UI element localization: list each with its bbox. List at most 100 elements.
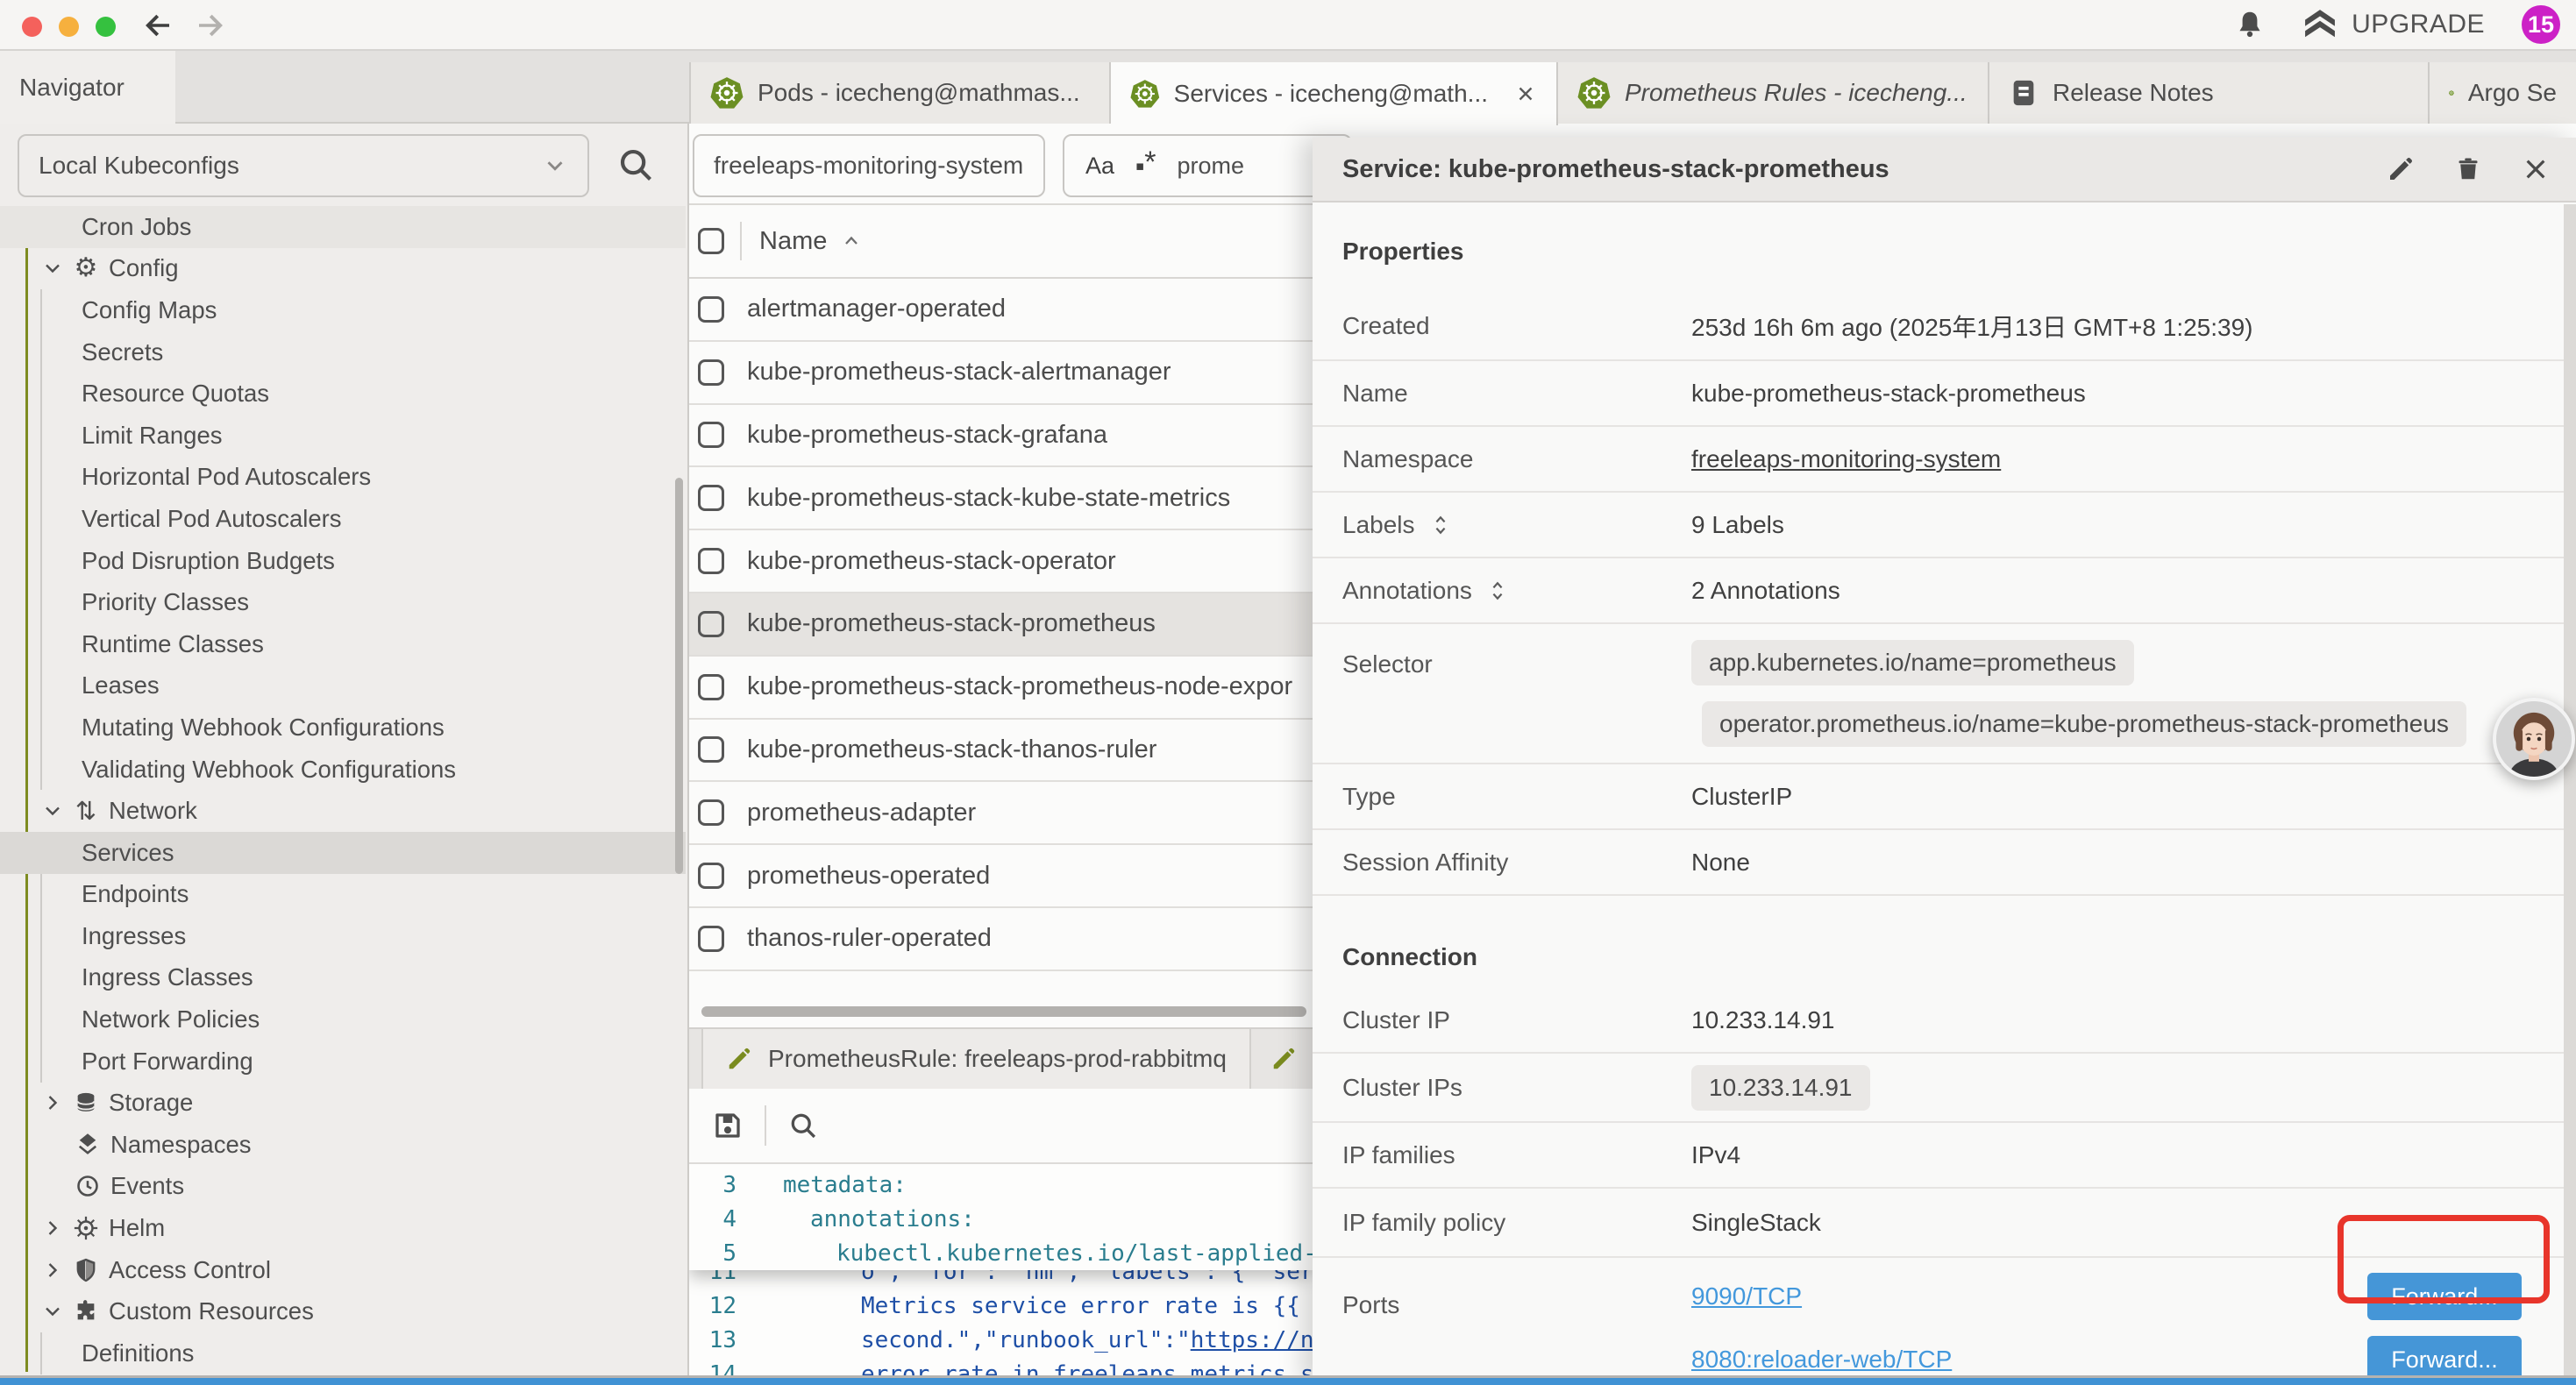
- tab-services-active[interactable]: Services - icecheng@math...: [1111, 62, 1558, 125]
- row-checkbox[interactable]: [698, 485, 724, 511]
- tab-prometheus-rules[interactable]: Prometheus Rules - icecheng...: [1558, 62, 1989, 124]
- sidebar-search-icon[interactable]: [616, 145, 656, 185]
- sidebar-item-definitions[interactable]: Definitions: [0, 1332, 686, 1374]
- table-search-box[interactable]: Aa ▪* prome: [1063, 134, 1352, 197]
- horizontal-scrollbar[interactable]: [701, 1006, 1306, 1017]
- sidebar-item-resource-quotas[interactable]: Resource Quotas: [0, 373, 686, 415]
- sidebar-item-config[interactable]: ⚙ Config: [0, 248, 686, 290]
- table-row[interactable]: kube-prometheus-stack-thanos-ruler: [689, 720, 1313, 783]
- close-tab-icon[interactable]: [1514, 82, 1537, 105]
- sidebar-item-port-forwarding[interactable]: Port Forwarding: [0, 1041, 686, 1083]
- sidebar-item-mutating-webhook-configurations[interactable]: Mutating Webhook Configurations: [0, 707, 686, 749]
- back-arrow-icon[interactable]: [139, 7, 175, 44]
- app-window: UPGRADE 15 Navigator Pods - icecheng@mat…: [0, 0, 2576, 1385]
- kubeconfig-selector[interactable]: Local Kubeconfigs: [18, 134, 589, 197]
- table-row[interactable]: kube-prometheus-stack-kube-state-metrics: [689, 467, 1313, 530]
- row-checkbox[interactable]: [698, 359, 724, 386]
- port-link[interactable]: 9090/TCP: [1691, 1282, 1802, 1310]
- row-checkbox[interactable]: [698, 863, 724, 889]
- row-checkbox[interactable]: [698, 296, 724, 323]
- minimize-window-button[interactable]: [59, 17, 79, 37]
- dock-tab-prometheusrule[interactable]: PrometheusRule: freeleaps-prod-rabbitmq: [701, 1029, 1251, 1089]
- row-checkbox[interactable]: [698, 736, 724, 763]
- code-line: Metrics service error rate is {{ $va: [754, 1293, 1313, 1319]
- forward-arrow-icon[interactable]: [193, 7, 230, 44]
- row-checkbox[interactable]: [698, 926, 724, 952]
- row-checkbox[interactable]: [698, 422, 724, 448]
- sidebar-item-network-policies[interactable]: Network Policies: [0, 998, 686, 1041]
- kubernetes-icon: [1577, 76, 1611, 110]
- avatar[interactable]: [2493, 698, 2575, 780]
- sidebar-item-limit-ranges[interactable]: Limit Ranges: [0, 415, 686, 457]
- kubernetes-icon: [2449, 76, 2454, 110]
- namespace-selector[interactable]: freeleaps-monitoring-system: [693, 134, 1045, 197]
- sidebar-item-endpoints[interactable]: Endpoints: [0, 874, 686, 916]
- chevron-down-icon: [542, 153, 568, 179]
- row-checkbox[interactable]: [698, 799, 724, 826]
- sidebar-item-ingress-classes[interactable]: Ingress Classes: [0, 957, 686, 999]
- save-icon[interactable]: [712, 1110, 744, 1141]
- dock-tab-next-partial[interactable]: [1251, 1029, 1313, 1089]
- close-drawer-icon[interactable]: [2522, 155, 2550, 183]
- edit-pencil-icon[interactable]: [2387, 155, 2415, 183]
- sidebar-item-access-control[interactable]: Access Control: [0, 1249, 686, 1291]
- notifications-bell-icon[interactable]: [2234, 7, 2266, 42]
- select-all-checkbox[interactable]: [698, 228, 724, 254]
- row-checkbox[interactable]: [698, 611, 724, 637]
- table-row[interactable]: prometheus-operated: [689, 845, 1313, 908]
- expand-updown-icon[interactable]: [1431, 513, 1450, 537]
- drawer-scrollbar-track[interactable]: [2564, 204, 2576, 1385]
- regex-toggle[interactable]: ▪*: [1135, 149, 1156, 182]
- sidebar-item-events[interactable]: Events: [0, 1166, 686, 1208]
- editor-sticky-lines: 3metadata: 4annotations: 5kubectl.kubern…: [689, 1164, 1313, 1270]
- sidebar-item-priority-classes[interactable]: Priority Classes: [0, 581, 686, 623]
- table-row[interactable]: kube-prometheus-stack-prometheus-node-ex…: [689, 657, 1313, 720]
- table-row[interactable]: kube-prometheus-stack-operator: [689, 530, 1313, 593]
- tab-release-notes[interactable]: Release Notes: [1989, 62, 2430, 124]
- delete-trash-icon[interactable]: [2455, 155, 2481, 183]
- navigator-panel-tab[interactable]: Navigator: [0, 51, 175, 124]
- sidebar-item-namespaces[interactable]: Namespaces: [0, 1124, 686, 1166]
- close-window-button[interactable]: [22, 17, 42, 37]
- tab-pods[interactable]: Pods - icecheng@mathmas...: [689, 62, 1111, 124]
- yaml-editor[interactable]: 11o", "for": "hm", "labels": { "service"…: [689, 1164, 1313, 1378]
- sidebar-item-services[interactable]: Services: [0, 832, 686, 874]
- editor-dock: PrometheusRule: freeleaps-prod-rabbitmq …: [689, 1027, 1313, 1378]
- upgrade-button[interactable]: UPGRADE: [2302, 7, 2485, 42]
- notification-count-badge[interactable]: 15: [2522, 5, 2560, 44]
- sidebar-item-storage[interactable]: Storage: [0, 1082, 686, 1124]
- expand-updown-icon[interactable]: [1488, 579, 1507, 603]
- row-checkbox[interactable]: [698, 548, 724, 574]
- sidebar-item-helm[interactable]: Helm: [0, 1207, 686, 1249]
- sidebar-item-runtime-classes[interactable]: Runtime Classes: [0, 623, 686, 665]
- sidebar-item-ingresses[interactable]: Ingresses: [0, 915, 686, 957]
- sidebar-item-network[interactable]: ⇅ Network: [0, 790, 686, 832]
- sidebar-item-validating-webhook-configurations[interactable]: Validating Webhook Configurations: [0, 749, 686, 791]
- namespace-link[interactable]: freeleaps-monitoring-system: [1691, 445, 2001, 473]
- sidebar-item-cron-jobs[interactable]: Cron Jobs: [0, 206, 686, 248]
- sidebar-scrollbar[interactable]: [675, 478, 683, 874]
- navigator-sidebar: Local Kubeconfigs Cron Jobs ⚙ Config Con…: [0, 124, 689, 1378]
- maximize-window-button[interactable]: [96, 17, 116, 37]
- sidebar-item-leases[interactable]: Leases: [0, 665, 686, 707]
- sidebar-item-config-maps[interactable]: Config Maps: [0, 289, 686, 331]
- table-row[interactable]: alertmanager-operated: [689, 279, 1313, 342]
- table-row[interactable]: kube-prometheus-stack-alertmanager: [689, 342, 1313, 405]
- tab-argo[interactable]: Argo Se: [2430, 62, 2576, 124]
- sidebar-item-pod-disruption-budgets[interactable]: Pod Disruption Budgets: [0, 540, 686, 582]
- sidebar-item-secrets[interactable]: Secrets: [0, 331, 686, 373]
- table-row-selected[interactable]: kube-prometheus-stack-prometheus: [689, 593, 1313, 657]
- sidebar-item-custom-resources[interactable]: Custom Resources: [0, 1290, 686, 1332]
- table-row[interactable]: thanos-ruler-operated: [689, 908, 1313, 971]
- editor-search-icon[interactable]: [787, 1110, 819, 1141]
- row-checkbox[interactable]: [698, 674, 724, 700]
- table-row[interactable]: prometheus-adapter: [689, 782, 1313, 845]
- column-header-name[interactable]: Name: [759, 227, 862, 256]
- sidebar-item-vertical-pod-autoscalers[interactable]: Vertical Pod Autoscalers: [0, 498, 686, 540]
- match-case-toggle[interactable]: Aa: [1085, 153, 1114, 180]
- table-row[interactable]: kube-prometheus-stack-grafana: [689, 405, 1313, 468]
- search-input[interactable]: prome: [1177, 153, 1244, 180]
- sidebar-item-horizontal-pod-autoscalers[interactable]: Horizontal Pod Autoscalers: [0, 457, 686, 499]
- name-row: Name kube-prometheus-stack-prometheus: [1313, 361, 2564, 427]
- port-link[interactable]: 8080:reloader-web/TCP: [1691, 1346, 1952, 1374]
